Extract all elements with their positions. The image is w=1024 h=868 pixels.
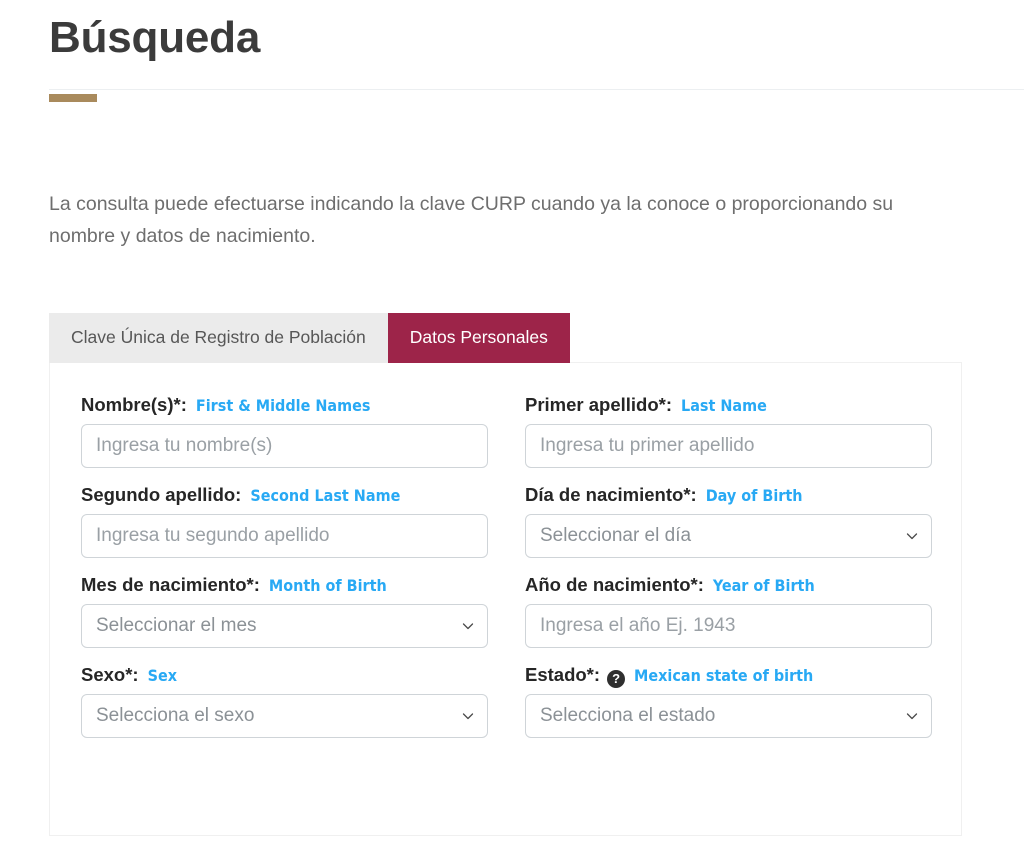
field-primer-apellido-label-en: Last Name <box>681 396 767 415</box>
field-segundo-apellido-label: Segundo apellido: Second Last Name <box>81 483 488 508</box>
field-segundo-apellido-control <box>81 514 488 558</box>
field-nombres-label-es: Nombre(s)*: <box>81 394 187 415</box>
field-primer-apellido-label: Primer apellido*: Last Name <box>525 393 932 418</box>
field-mes-nacimiento: Mes de nacimiento*: Month of Birth Selec… <box>81 573 488 648</box>
page-header: Búsqueda <box>49 10 1024 102</box>
tab-datos-personales-label: Datos Personales <box>409 327 548 348</box>
field-estado-label-es: Estado*: <box>525 664 601 685</box>
dia-nacimiento-select[interactable]: Seleccionar el día <box>525 514 932 558</box>
field-nombres: Nombre(s)*: First & Middle Names <box>81 393 488 468</box>
header-divider <box>49 89 1024 90</box>
help-circle-icon[interactable]: ? <box>607 670 626 688</box>
field-sexo-control: Selecciona el sexo <box>81 694 488 738</box>
field-anio-nacimiento-control <box>525 604 932 648</box>
field-primer-apellido: Primer apellido*: Last Name <box>525 393 932 468</box>
field-dia-nacimiento: Día de nacimiento*: Day of Birth Selecci… <box>525 483 932 558</box>
field-anio-nacimiento-label-en: Year of Birth <box>712 576 815 595</box>
field-sexo-label-en: Sex <box>147 666 177 685</box>
field-segundo-apellido-label-es: Segundo apellido: <box>81 484 242 505</box>
field-segundo-apellido-label-en: Second Last Name <box>250 486 401 505</box>
field-estado: Estado*: ? Mexican state of birth Selecc… <box>525 663 932 738</box>
field-dia-nacimiento-label-en: Day of Birth <box>705 486 803 505</box>
mes-nacimiento-select[interactable]: Seleccionar el mes <box>81 604 488 648</box>
search-mode-tablist: Clave Única de Registro de Población Dat… <box>49 313 570 363</box>
segundo-apellido-input[interactable] <box>81 514 488 558</box>
field-anio-nacimiento-label-es: Año de nacimiento*: <box>525 574 704 595</box>
field-sexo: Sexo*: Sex Selecciona el sexo <box>81 663 488 738</box>
estado-select[interactable]: Selecciona el estado <box>525 694 932 738</box>
field-nombres-label-en: First & Middle Names <box>195 396 371 415</box>
anio-nacimiento-input[interactable] <box>525 604 932 648</box>
field-estado-label-en: Mexican state of birth <box>634 666 814 685</box>
field-primer-apellido-control <box>525 424 932 468</box>
form-grid: Nombre(s)*: First & Middle Names Primer … <box>81 393 932 738</box>
nombres-input[interactable] <box>81 424 488 468</box>
intro-paragraph: La consulta puede efectuarse indicando l… <box>49 192 894 247</box>
field-dia-nacimiento-label: Día de nacimiento*: Day of Birth <box>525 483 932 508</box>
field-dia-nacimiento-label-es: Día de nacimiento*: <box>525 484 697 505</box>
page-title: Búsqueda <box>49 13 261 62</box>
field-estado-control: Selecciona el estado <box>525 694 932 738</box>
field-dia-nacimiento-control: Seleccionar el día <box>525 514 932 558</box>
field-estado-label: Estado*: ? Mexican state of birth <box>525 663 932 688</box>
personal-data-form-panel: Nombre(s)*: First & Middle Names Primer … <box>49 362 962 836</box>
field-primer-apellido-label-es: Primer apellido*: <box>525 394 673 415</box>
field-nombres-label: Nombre(s)*: First & Middle Names <box>81 393 488 418</box>
field-nombres-control <box>81 424 488 468</box>
field-mes-nacimiento-label-en: Month of Birth <box>268 576 387 595</box>
field-segundo-apellido: Segundo apellido: Second Last Name <box>81 483 488 558</box>
field-mes-nacimiento-label-es: Mes de nacimiento*: <box>81 574 260 595</box>
field-mes-nacimiento-control: Seleccionar el mes <box>81 604 488 648</box>
field-mes-nacimiento-label: Mes de nacimiento*: Month of Birth <box>81 573 488 598</box>
title-accent-bar <box>49 94 97 102</box>
tab-curp-label: Clave Única de Registro de Población <box>71 327 366 348</box>
field-sexo-label: Sexo*: Sex <box>81 663 488 688</box>
field-anio-nacimiento: Año de nacimiento*: Year of Birth <box>525 573 932 648</box>
sexo-select[interactable]: Selecciona el sexo <box>81 694 488 738</box>
tab-curp[interactable]: Clave Única de Registro de Población <box>49 313 388 363</box>
field-anio-nacimiento-label: Año de nacimiento*: Year of Birth <box>525 573 932 598</box>
field-sexo-label-es: Sexo*: <box>81 664 139 685</box>
primer-apellido-input[interactable] <box>525 424 932 468</box>
tab-datos-personales[interactable]: Datos Personales <box>387 313 570 363</box>
